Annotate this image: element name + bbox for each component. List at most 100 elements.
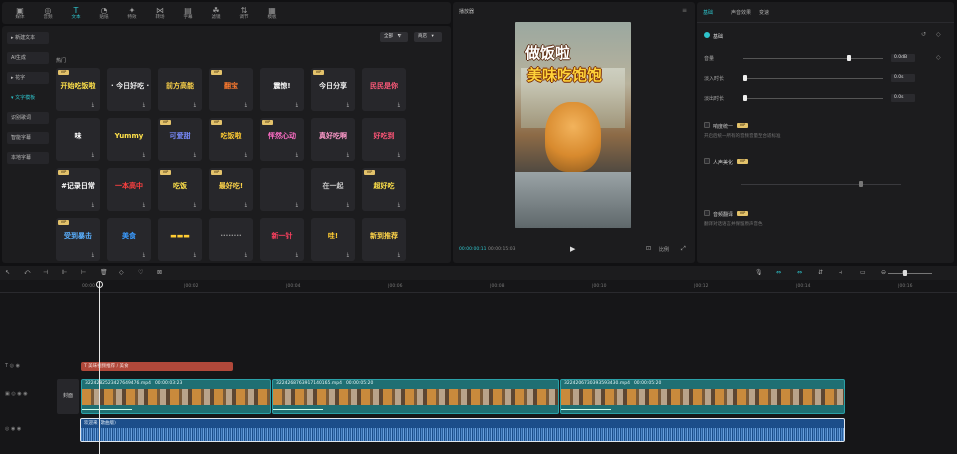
nav-item-1[interactable]: AI生成 [7,52,49,64]
toolbar-item-5[interactable]: ⋈ 转场 [146,2,174,24]
template-tile[interactable]: ⤓ [260,168,304,211]
template-tile[interactable]: VIP 受到暴击 ⤓ [56,218,100,261]
scan-icon[interactable]: ⊡ [646,245,651,252]
timeline-tool-right-0[interactable]: 🎙 [755,269,763,276]
template-tile[interactable]: ▬▬▬ ⤓ [158,218,202,261]
timeline-tool-0[interactable]: ↖ [5,269,10,276]
template-tile[interactable]: 好吃到 ⤓ [362,118,406,161]
download-icon[interactable]: ⤓ [143,102,145,108]
timeline-tool-1[interactable]: ⤺ [24,269,30,277]
toolbar-item-3[interactable]: ◔ 贴纸 [90,2,118,24]
template-tile[interactable]: VIP 最好吃! ⤓ [209,168,253,211]
timeline-tool-right-5[interactable]: ▭ [860,269,866,276]
toolbar-item-1[interactable]: ◎ 音频 [34,2,62,24]
nav-item-4[interactable]: 识别歌词 [7,112,49,124]
template-tile[interactable]: VIP 开始吃饭啦 ⤓ [56,68,100,111]
props-tab-2[interactable]: 变速 [759,9,769,16]
timeline-tool-2[interactable]: ⊣ [43,269,48,276]
timeline-tool-8[interactable]: ⊠ [157,269,162,276]
download-icon[interactable]: ⤓ [194,102,196,108]
template-tile[interactable]: VIP 翻宝 ⤓ [209,68,253,111]
source-dropdown[interactable]: 商店 ▾ [414,32,442,42]
play-button[interactable]: ▶ [570,245,575,253]
toolbar-item-7[interactable]: ☘ 滤镜 [202,2,230,24]
volume-value[interactable]: 0.0dB [891,54,915,62]
template-tile[interactable]: ········ ⤓ [209,218,253,261]
download-icon[interactable]: ⤓ [347,202,349,208]
template-tile[interactable]: 哇! ⤓ [311,218,355,261]
download-icon[interactable]: ⤓ [245,102,247,108]
template-tile[interactable]: 一本高中 ⤓ [107,168,151,211]
download-icon[interactable]: ⤓ [296,202,298,208]
download-icon[interactable]: ⤓ [143,202,145,208]
fadeout-slider[interactable] [743,98,883,99]
template-tile[interactable]: 美食 ⤓ [107,218,151,261]
video-clip[interactable]: 3224282523427649476.mp4 00:00:03:23 [81,379,271,414]
toolbar-item-8[interactable]: ⇅ 调节 [230,2,258,24]
timeline-tool-right-6[interactable]: ⊖ [881,269,886,276]
template-tile[interactable]: Yummy ⤓ [107,118,151,161]
download-icon[interactable]: ⤓ [347,102,349,108]
template-tile[interactable]: 味 ⤓ [56,118,100,161]
keyframe-icon[interactable]: ◇ [936,31,941,38]
download-icon[interactable]: ⤓ [245,152,247,158]
download-icon[interactable]: ⤓ [245,202,247,208]
template-tile[interactable]: 震惊! ⤓ [260,68,304,111]
basic-checkbox[interactable] [704,32,710,38]
volume-keyframe-icon[interactable]: ◇ [936,54,941,61]
download-icon[interactable]: ⤓ [245,252,247,258]
fadein-knob[interactable] [743,75,747,81]
zoom-slider[interactable] [888,273,932,274]
voice-knob[interactable] [859,181,863,187]
timeline-tool-6[interactable]: ◇ [119,269,124,276]
toolbar-item-2[interactable]: T 文本 [62,2,90,24]
reset-icon[interactable]: ↺ [921,31,926,38]
timeline-tool-right-2[interactable]: ⇔ [797,269,802,276]
timeline-tool-7[interactable]: ♡ [138,269,143,276]
video-clip[interactable]: 3224268763917140165.mp4 00:00:05:20 [272,379,559,414]
download-icon[interactable]: ⤓ [92,202,94,208]
volume-knob[interactable] [847,55,851,61]
section-checkbox[interactable] [704,158,710,164]
download-icon[interactable]: ⤓ [347,252,349,258]
template-tile[interactable]: VIP 可爱甜 ⤓ [158,118,202,161]
timeline-tool-right-3[interactable]: ⇵ [818,269,823,276]
download-icon[interactable]: ⤓ [194,202,196,208]
template-tile[interactable]: · 今日好吃 · ⤓ [107,68,151,111]
download-icon[interactable]: ⤓ [296,252,298,258]
download-icon[interactable]: ⤓ [296,152,298,158]
filter-all-button[interactable]: 全部 ⧨ [380,32,408,42]
template-tile[interactable]: 新到推荐 ⤓ [362,218,406,261]
template-tile[interactable]: VIP 超好吃 ⤓ [362,168,406,211]
timeline-tool-5[interactable]: 🗑 [100,269,108,276]
nav-item-0[interactable]: ▸ 新建文本 [7,32,49,44]
template-tile[interactable]: 在一起 ⤓ [311,168,355,211]
template-tile[interactable]: VIP 吃饭 ⤓ [158,168,202,211]
nav-item-3[interactable]: ▾ 文字模板 [7,92,49,104]
timeline-tool-right-4[interactable]: ⫞ [839,269,842,277]
download-icon[interactable]: ⤓ [296,102,298,108]
cover-button[interactable]: 封面 [57,379,79,414]
timeline-tool-3[interactable]: ⊩ [62,269,67,276]
template-tile[interactable]: VIP 今日分享 ⤓ [311,68,355,111]
template-tile[interactable]: VIP 吃饭啦 ⤓ [209,118,253,161]
download-icon[interactable]: ⤓ [194,152,196,158]
fadein-value[interactable]: 0.0s [891,74,915,82]
template-tile[interactable]: 真好吃啊 ⤓ [311,118,355,161]
download-icon[interactable]: ⤓ [194,252,196,258]
fadein-slider[interactable] [743,78,883,79]
toolbar-item-0[interactable]: ▣ 媒体 [6,2,34,24]
video-clip[interactable]: 3224206730393593430.mp4 00:00:05:20 [560,379,845,414]
nav-item-2[interactable]: ▸ 花字 [7,72,49,84]
audio-clip[interactable]: 欢迎来 (歌曲版) [80,418,845,442]
download-icon[interactable]: ⤓ [92,102,94,108]
text-clip[interactable]: T 美味视频推荐 / 美食 [81,362,233,371]
nav-item-6[interactable]: 本地字幕 [7,152,49,164]
toolbar-item-4[interactable]: ✦ 特效 [118,2,146,24]
toolbar-item-6[interactable]: ▤ 字幕 [174,2,202,24]
download-icon[interactable]: ⤓ [398,102,400,108]
playhead[interactable] [99,281,100,454]
fadeout-value[interactable]: 0.0s [891,94,915,102]
playhead-handle[interactable] [96,281,103,288]
fadeout-knob[interactable] [743,95,747,101]
